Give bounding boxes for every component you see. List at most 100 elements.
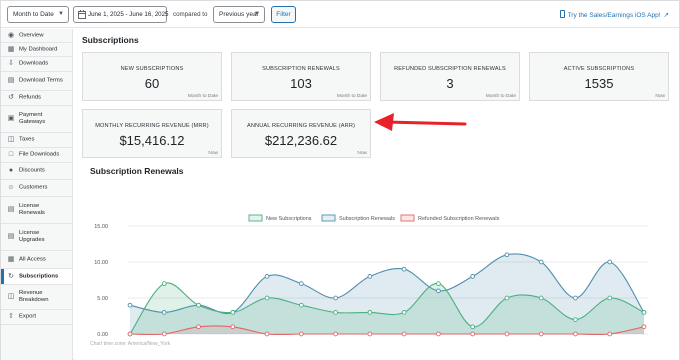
sidebar-item-label: My Dashboard bbox=[19, 46, 58, 52]
point-refunded-subscription-renewals bbox=[367, 331, 373, 337]
highlight-arrow bbox=[374, 113, 467, 131]
sidebar-item-label: Payment Gateways bbox=[19, 112, 46, 125]
y-tick-label: 15.00 bbox=[94, 224, 108, 230]
y-tick-label: 10.00 bbox=[94, 260, 108, 266]
sidebar-item-downloads[interactable]: ⇩ Downloads bbox=[1, 57, 72, 71]
refund-icon: ↺ bbox=[8, 94, 14, 101]
chevron-down-icon: ▼ bbox=[58, 11, 64, 17]
legend-swatch bbox=[400, 214, 415, 222]
export-icon: ⇧ bbox=[8, 313, 14, 320]
point-new-subscriptions bbox=[367, 310, 373, 315]
point-new-subscriptions bbox=[504, 295, 510, 301]
sidebar-item-file-downloads[interactable]: □ File Downloads bbox=[1, 148, 72, 162]
point-refunded-subscription-renewals bbox=[573, 331, 578, 337]
compare-select-value: Previous year bbox=[219, 11, 259, 18]
point-refunded-subscription-renewals bbox=[401, 331, 407, 337]
sidebar-item-my-dashboard[interactable]: ▦ My Dashboard bbox=[1, 43, 72, 56]
sidebar-item-label: Revenue Breakdown bbox=[19, 290, 49, 303]
divider bbox=[1, 324, 72, 325]
terms-icon: ▤ bbox=[7, 77, 15, 84]
sidebar-item-customers[interactable]: ☺ Customers bbox=[1, 180, 72, 196]
point-subscription-renewals bbox=[538, 259, 544, 265]
chevron-down-icon: ▼ bbox=[254, 11, 260, 17]
tax-icon: ◫ bbox=[7, 136, 15, 143]
calendar-icon bbox=[78, 10, 86, 19]
sidebar-item-label: Customers bbox=[19, 184, 48, 191]
app-frame: Month to Date ▼ June 1, 2025 - June 16, … bbox=[0, 0, 680, 360]
sidebar-item-label: License Renewals bbox=[19, 203, 45, 216]
customers-icon: ☺ bbox=[7, 184, 15, 191]
point-new-subscriptions bbox=[573, 317, 578, 322]
point-refunded-subscription-renewals bbox=[641, 324, 647, 330]
period-select-value: Month to Date bbox=[13, 11, 54, 18]
point-new-subscriptions bbox=[401, 310, 407, 315]
sidebar-item-label: Download Terms bbox=[19, 77, 63, 84]
sidebar-item-taxes[interactable]: ◫ Taxes bbox=[1, 133, 72, 147]
sidebar-item-revenue-breakdown[interactable]: ◫ Revenue Breakdown bbox=[1, 285, 72, 309]
sidebar-item-refunds[interactable]: ↺ Refunds bbox=[1, 91, 72, 105]
all-access-icon: ▦ bbox=[7, 255, 15, 263]
sidebar-item-all-access[interactable]: ▦ All Access bbox=[1, 251, 72, 268]
sidebar-item-export[interactable]: ⇧ Export bbox=[1, 310, 72, 324]
point-refunded-subscription-renewals bbox=[161, 331, 167, 337]
point-new-subscriptions bbox=[230, 310, 236, 315]
timezone-note: Chart time zone: America/New_York bbox=[90, 341, 171, 347]
point-refunded-subscription-renewals bbox=[196, 324, 201, 330]
point-refunded-subscription-renewals bbox=[436, 331, 441, 337]
point-subscription-renewals bbox=[127, 302, 133, 308]
sidebar-item-subscriptions[interactable]: ↻ Subscriptions bbox=[1, 269, 72, 284]
sidebar-item-label: License Upgrades bbox=[19, 230, 45, 243]
legend-swatch bbox=[248, 214, 263, 222]
sidebar-item-label: Refunds bbox=[19, 94, 41, 101]
sidebar-item-discounts[interactable]: ● Discounts bbox=[1, 163, 72, 179]
sidebar-item-label: Overview bbox=[19, 32, 44, 38]
sidebar-item-label: Subscriptions bbox=[19, 273, 59, 279]
phone-icon bbox=[559, 10, 565, 18]
sidebar-item-license-renewals[interactable]: ▤ License Renewals bbox=[1, 197, 72, 223]
discount-icon: ● bbox=[8, 167, 14, 174]
point-new-subscriptions bbox=[641, 310, 647, 315]
point-new-subscriptions bbox=[196, 302, 201, 308]
point-new-subscriptions bbox=[436, 281, 441, 286]
arrow-shaft bbox=[384, 120, 467, 126]
point-subscription-renewals bbox=[573, 295, 578, 301]
eye-icon: ◉ bbox=[7, 31, 15, 39]
point-new-subscriptions bbox=[538, 295, 544, 301]
point-refunded-subscription-renewals bbox=[607, 331, 613, 337]
y-tick-label: 0.00 bbox=[97, 332, 108, 338]
sidebar-item-label: Taxes bbox=[19, 136, 35, 143]
sidebar-item-payment-gateways[interactable]: ▣ Payment Gateways bbox=[1, 106, 72, 132]
compare-select[interactable]: Previous year ▼ bbox=[213, 6, 265, 23]
point-new-subscriptions bbox=[298, 302, 304, 308]
sidebar-item-label: Export bbox=[19, 313, 37, 320]
point-subscription-renewals bbox=[298, 281, 304, 286]
sidebar-item-label: File Downloads bbox=[19, 151, 60, 158]
point-refunded-subscription-renewals bbox=[538, 331, 544, 337]
point-refunded-subscription-renewals bbox=[298, 331, 304, 337]
point-subscription-renewals bbox=[333, 295, 338, 301]
point-subscription-renewals bbox=[401, 266, 407, 272]
point-new-subscriptions bbox=[161, 281, 167, 286]
main-content: Subscriptions NEW SUBSCRIPTIONS 60 Month… bbox=[74, 29, 679, 360]
sidebar-item-license-upgrades[interactable]: ▤ License Upgrades bbox=[1, 224, 72, 250]
sidebar-item-overview[interactable]: ◉ Overview bbox=[1, 29, 72, 42]
filter-bar: Month to Date ▼ June 1, 2025 - June 16, … bbox=[1, 1, 679, 28]
file-icon: □ bbox=[8, 151, 14, 158]
license-up-icon: ▤ bbox=[7, 233, 15, 240]
subscriptions-icon: ↻ bbox=[8, 272, 14, 280]
download-icon: ⇩ bbox=[8, 60, 14, 67]
date-range-value: June 1, 2025 - June 16, 2025 bbox=[88, 11, 169, 18]
y-tick-label: 5.00 bbox=[97, 296, 108, 302]
filter-button[interactable]: Filter bbox=[271, 6, 296, 23]
point-refunded-subscription-renewals bbox=[470, 331, 476, 337]
point-subscription-renewals bbox=[367, 274, 373, 279]
point-new-subscriptions bbox=[264, 295, 270, 301]
period-select[interactable]: Month to Date ▼ bbox=[7, 6, 69, 23]
point-subscription-renewals bbox=[504, 252, 510, 258]
ios-app-link[interactable]: Try the Sales/Earnings iOS App! ↗ bbox=[559, 10, 669, 19]
point-refunded-subscription-renewals bbox=[264, 331, 270, 337]
point-new-subscriptions bbox=[333, 310, 338, 315]
revenue-icon: ◫ bbox=[7, 293, 15, 300]
date-range-picker[interactable]: June 1, 2025 - June 16, 2025 bbox=[73, 6, 169, 23]
sidebar-item-download-terms[interactable]: ▤ Download Terms bbox=[1, 72, 72, 90]
